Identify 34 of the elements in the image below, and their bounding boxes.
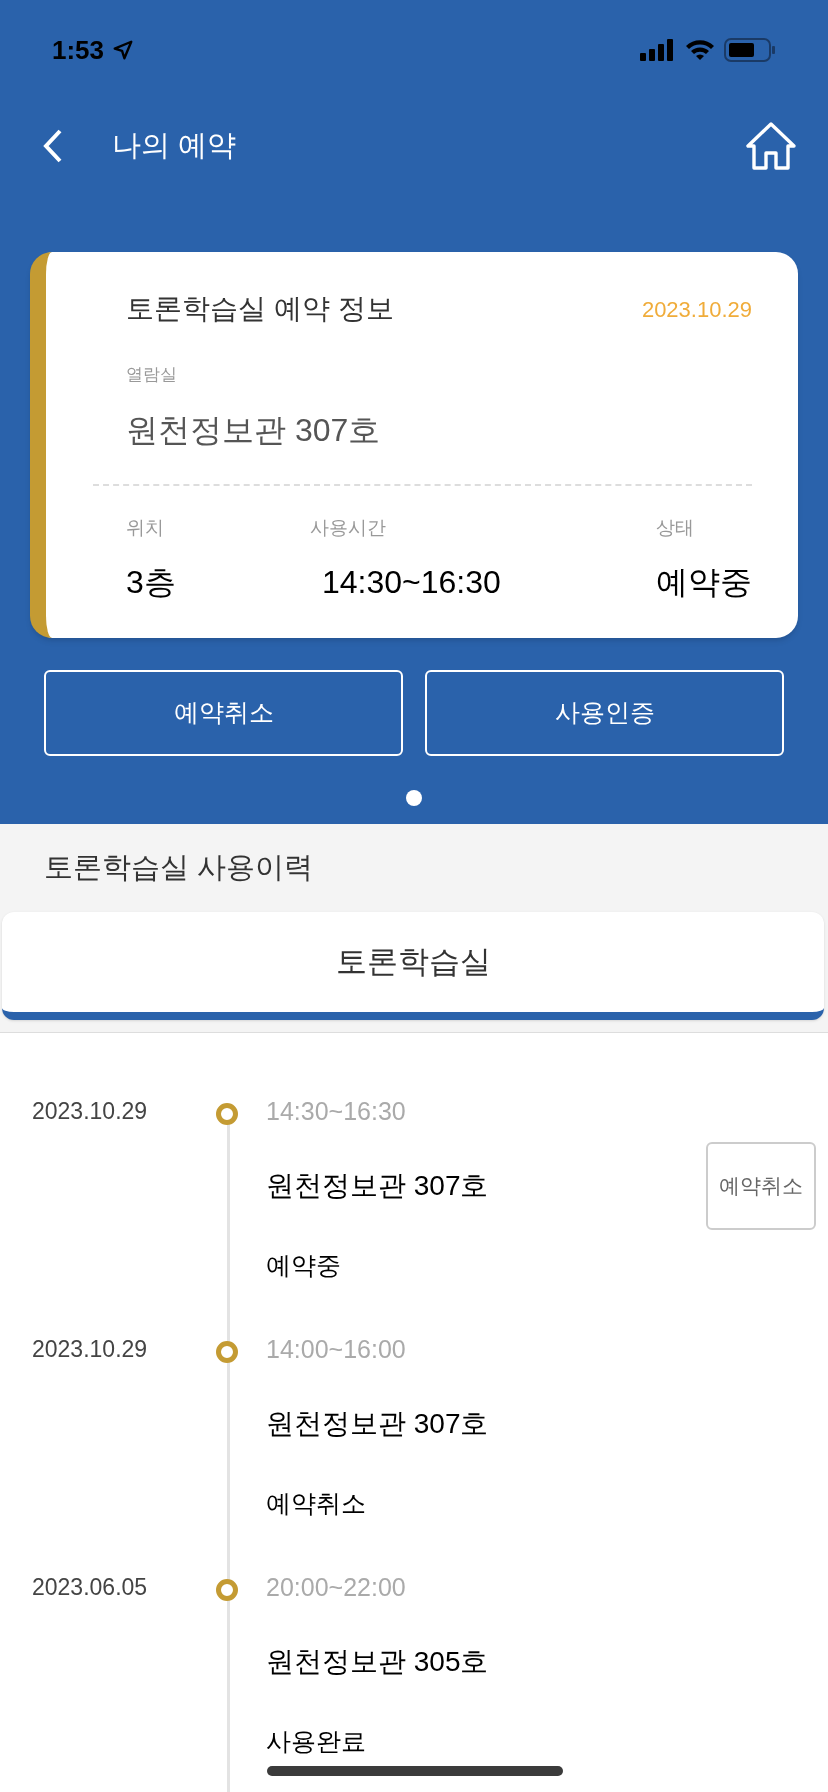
field-label: 상태 <box>656 515 695 540</box>
room-label: 열람실 <box>126 364 178 386</box>
history-tab[interactable]: 토론학습실 <box>2 912 824 1020</box>
wifi-icon <box>684 38 716 62</box>
field-label: 사용시간 <box>310 515 387 540</box>
history-status: 예약중 <box>266 1250 342 1281</box>
history-room: 원천정보관 307호 <box>266 1169 489 1203</box>
history-date: 2023.10.29 <box>31 1097 149 1126</box>
history-time: 20:00~22:00 <box>266 1572 407 1603</box>
field-value: 예약중 <box>656 563 752 602</box>
section-title: 토론학습실 사용이력 <box>44 850 314 886</box>
action-button[interactable]: 사용인증 <box>425 670 784 756</box>
status-time: 1:53 <box>52 33 105 67</box>
action-button[interactable]: 예약취소 <box>44 670 403 756</box>
home-button[interactable] <box>744 119 798 173</box>
history-time: 14:30~16:30 <box>266 1096 407 1127</box>
card-title: 토론학습실 예약 정보 <box>126 292 394 326</box>
signal-icon <box>640 38 676 62</box>
page-title: 나의 예약 <box>112 128 237 164</box>
battery-icon <box>724 37 776 63</box>
cancel-button[interactable]: 예약취소 <box>706 1142 816 1230</box>
field-value: 14:30~16:30 <box>321 563 502 602</box>
field-value: 3층 <box>126 563 177 602</box>
card-date: 2023.10.29 <box>641 295 752 324</box>
history-status: 예약취소 <box>266 1488 367 1519</box>
history-time: 14:00~16:00 <box>266 1334 407 1365</box>
history-room: 원천정보관 307호 <box>266 1407 489 1441</box>
field-label: 위치 <box>126 515 165 540</box>
history-date: 2023.06.05 <box>31 1573 149 1602</box>
history-room: 원천정보관 305호 <box>266 1645 489 1679</box>
history-date: 2023.10.29 <box>31 1335 149 1364</box>
room-name: 원천정보관 307호 <box>126 410 382 450</box>
history-status: 사용완료 <box>266 1726 367 1757</box>
location-arrow-icon <box>112 39 135 61</box>
